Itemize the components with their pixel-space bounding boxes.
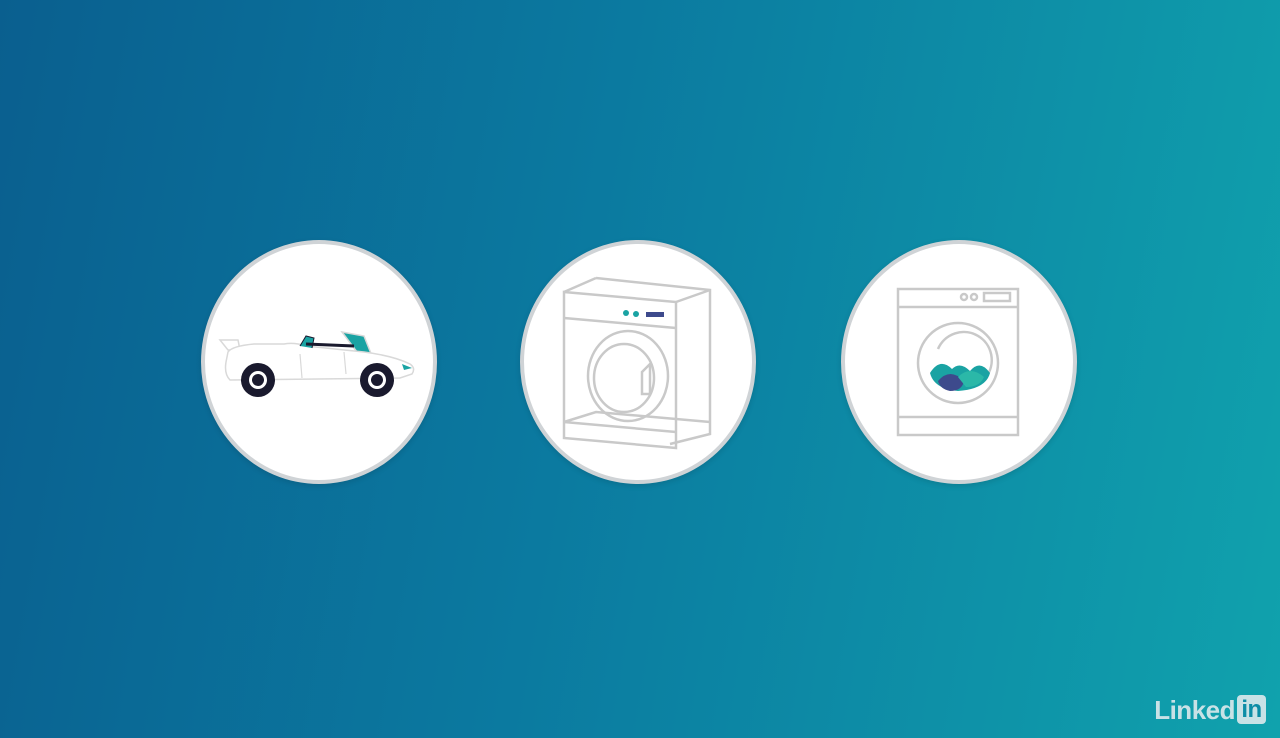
linkedin-logo: Linked in bbox=[1154, 695, 1266, 724]
car-circle bbox=[201, 240, 437, 484]
washing-machine-icon bbox=[896, 287, 1020, 437]
logo-box: in bbox=[1237, 695, 1266, 724]
car-icon bbox=[218, 330, 415, 397]
dryer-icon bbox=[562, 276, 712, 450]
background: Linked in bbox=[0, 0, 1280, 738]
logo-word: Linked bbox=[1154, 694, 1235, 725]
washing-machine-circle bbox=[841, 240, 1077, 484]
dryer-circle bbox=[520, 240, 756, 484]
